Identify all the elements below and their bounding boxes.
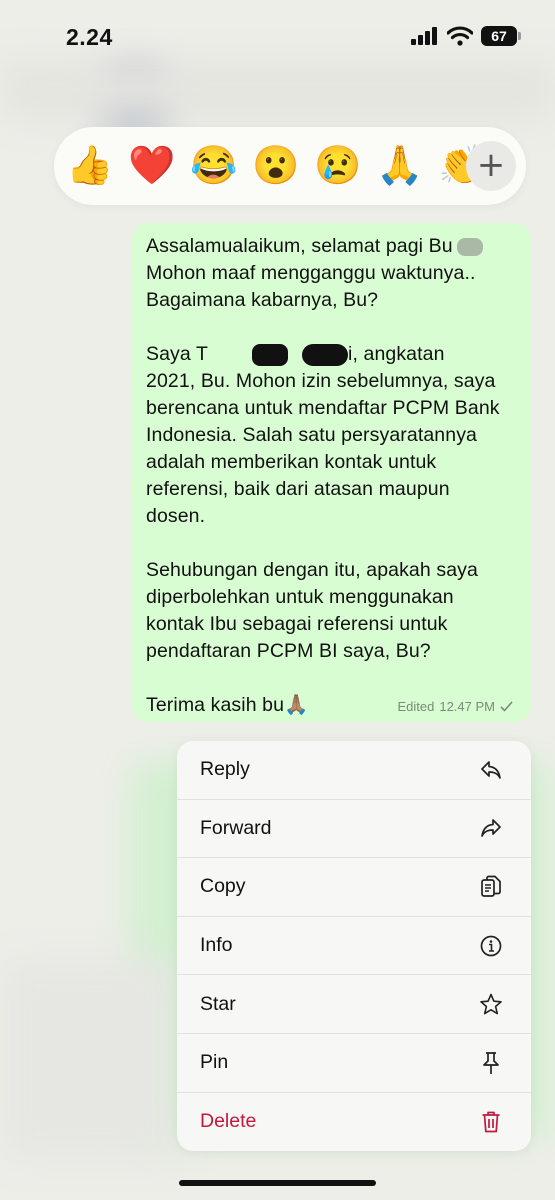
reaction-bar: 👍 ❤️ 😂 😮 😢 🙏 👏 + bbox=[54, 127, 526, 205]
menu-label-star: Star bbox=[200, 992, 236, 1015]
message-bubble[interactable]: Assalamualaikum, selamat pagi Bu Mohon m… bbox=[132, 223, 531, 722]
info-icon bbox=[479, 934, 503, 958]
blurred-bubble-left bbox=[0, 960, 180, 1160]
status-icons: 67 bbox=[411, 26, 521, 46]
redacted-name bbox=[456, 237, 483, 256]
trash-icon bbox=[479, 1110, 503, 1134]
message-text: Assalamualaikum, selamat pagi Bu Mohon m… bbox=[146, 233, 517, 719]
message-p3: Sehubungan dengan itu, apakah saya diper… bbox=[146, 559, 478, 662]
sent-check-icon bbox=[500, 701, 513, 712]
reaction-laugh[interactable]: 😂 bbox=[190, 142, 238, 190]
message-line-1: Assalamualaikum, selamat pagi Bu bbox=[146, 235, 453, 257]
message-p2-after: i, angkatan bbox=[348, 343, 445, 365]
message-timestamp: 12.47 PM bbox=[439, 699, 495, 714]
edited-label: Edited bbox=[397, 699, 435, 714]
reaction-cry[interactable]: 😢 bbox=[314, 142, 362, 190]
menu-item-pin[interactable]: Pin bbox=[177, 1034, 531, 1093]
menu-label-info: Info bbox=[200, 934, 233, 957]
menu-item-copy[interactable]: Copy bbox=[177, 858, 531, 917]
reaction-pray[interactable]: 🙏 bbox=[376, 142, 424, 190]
star-icon bbox=[479, 992, 503, 1016]
menu-item-reply[interactable]: Reply bbox=[177, 741, 531, 800]
message-line-2: Mohon maaf mengganggu waktunya.. bbox=[146, 262, 476, 284]
reaction-heart[interactable]: ❤️ bbox=[128, 142, 176, 190]
status-bar: 2.24 67 bbox=[0, 0, 555, 72]
more-reactions-button[interactable]: + bbox=[466, 141, 516, 191]
menu-item-delete[interactable]: Delete bbox=[177, 1093, 531, 1151]
message-p2-start: Saya T bbox=[146, 343, 209, 365]
battery-indicator: 67 bbox=[481, 26, 521, 46]
pin-icon bbox=[479, 1051, 503, 1075]
message-closing: Terima kasih bu🙏🏽 bbox=[146, 694, 309, 716]
menu-label-copy: Copy bbox=[200, 875, 246, 898]
redacted-block-2 bbox=[302, 343, 349, 366]
status-time: 2.24 bbox=[66, 24, 113, 50]
redacted-block-1 bbox=[252, 343, 289, 366]
reply-icon bbox=[479, 758, 503, 782]
menu-label-forward: Forward bbox=[200, 816, 272, 839]
message-meta: Edited 12.47 PM bbox=[397, 699, 513, 714]
reaction-thumbs-up[interactable]: 👍 bbox=[66, 142, 114, 190]
menu-item-info[interactable]: Info bbox=[177, 917, 531, 976]
menu-label-delete: Delete bbox=[200, 1110, 257, 1133]
wifi-icon bbox=[447, 26, 473, 46]
menu-item-star[interactable]: Star bbox=[177, 975, 531, 1034]
menu-label-reply: Reply bbox=[200, 758, 250, 781]
home-indicator[interactable] bbox=[179, 1180, 376, 1186]
menu-label-pin: Pin bbox=[200, 1051, 229, 1074]
menu-item-forward[interactable]: Forward bbox=[177, 800, 531, 859]
copy-icon bbox=[479, 875, 503, 899]
reaction-surprised[interactable]: 😮 bbox=[252, 142, 300, 190]
cellular-signal-icon bbox=[411, 27, 437, 45]
message-p2-rest: 2021, Bu. Mohon izin sebelumnya, saya be… bbox=[146, 370, 500, 527]
message-line-3: Bagaimana kabarnya, Bu? bbox=[146, 289, 379, 311]
context-menu: Reply Forward Copy Info Star Pin Delete bbox=[177, 741, 531, 1151]
forward-icon bbox=[479, 816, 503, 840]
